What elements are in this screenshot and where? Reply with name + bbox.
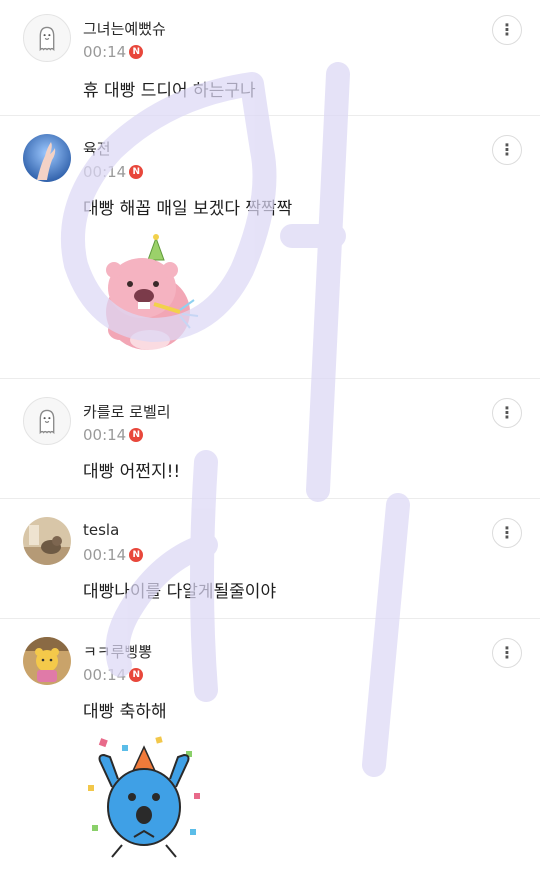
more-vertical-icon: ⋮ (499, 403, 515, 422)
comment-item: 육전 00:14 N 대빵 해꼽 매일 보겠다 짝짝짝 ⋮ (0, 116, 540, 379)
comment-time: 00:14 (83, 546, 127, 564)
comment-time: 00:14 (83, 666, 127, 684)
more-options-button[interactable]: ⋮ (492, 518, 522, 548)
avatar[interactable] (23, 14, 71, 62)
more-options-button[interactable]: ⋮ (492, 638, 522, 668)
comment-meta: 00:14 N (83, 425, 144, 445)
comment-text: 휴 대빵 드디어 하는구나 (83, 81, 256, 101)
comment-nickname[interactable]: tesla (83, 521, 119, 539)
avatar[interactable] (23, 397, 71, 445)
more-options-button[interactable]: ⋮ (492, 135, 522, 165)
comment-meta: 00:14 N (83, 42, 144, 62)
default-profile-icon (39, 409, 55, 435)
comment-item: ㅋㅋ루삥뽕 00:14 N 대빵 축하해 ⋮ (0, 619, 540, 878)
new-badge: N (129, 165, 144, 179)
comment-nickname[interactable]: 카를로 로벨리 (83, 401, 171, 422)
comment-nickname[interactable]: 그녀는예뻤슈 (83, 18, 166, 39)
blue-character-celebration-sticker[interactable] (82, 733, 208, 863)
comment-item: 그녀는예뻤슈 00:14 N 휴 대빵 드디어 하는구나 ⋮ (0, 0, 540, 116)
comment-text: 대빵 해꼽 매일 보겠다 짝짝짝 (83, 199, 293, 219)
comment-nickname[interactable]: ㅋㅋ루삥뽕 (83, 641, 152, 662)
comment-time: 00:14 (83, 426, 127, 444)
avatar[interactable] (23, 517, 71, 565)
avatar[interactable] (23, 134, 71, 182)
comment-item: 카를로 로벨리 00:14 N 대빵 어쩐지!! ⋮ (0, 379, 540, 499)
comment-item: tesla 00:14 N 대빵나이를 다알게될줄이야 ⋮ (0, 499, 540, 619)
new-badge: N (129, 428, 144, 442)
more-vertical-icon: ⋮ (499, 523, 515, 542)
more-vertical-icon: ⋮ (499, 20, 515, 39)
more-options-button[interactable]: ⋮ (492, 15, 522, 45)
new-badge: N (129, 45, 144, 59)
comment-meta: 00:14 N (83, 545, 144, 565)
comment-meta: 00:14 N (83, 665, 144, 685)
comment-text: 대빵 축하해 (83, 702, 167, 722)
more-vertical-icon: ⋮ (499, 140, 515, 159)
comment-nickname[interactable]: 육전 (83, 138, 111, 159)
more-vertical-icon: ⋮ (499, 643, 515, 662)
comment-time: 00:14 (83, 43, 127, 61)
default-profile-icon (39, 26, 55, 52)
photo-icon (23, 517, 71, 565)
comment-meta: 00:14 N (83, 162, 144, 182)
beaver-party-sticker[interactable] (98, 230, 208, 352)
avatar[interactable] (23, 637, 71, 685)
hand-photo-icon (23, 134, 71, 182)
toy-photo-icon (23, 637, 71, 685)
more-options-button[interactable]: ⋮ (492, 398, 522, 428)
comment-text: 대빵 어쩐지!! (83, 462, 181, 482)
new-badge: N (129, 668, 144, 682)
new-badge: N (129, 548, 144, 562)
comment-time: 00:14 (83, 163, 127, 181)
comment-text: 대빵나이를 다알게될줄이야 (83, 582, 277, 602)
